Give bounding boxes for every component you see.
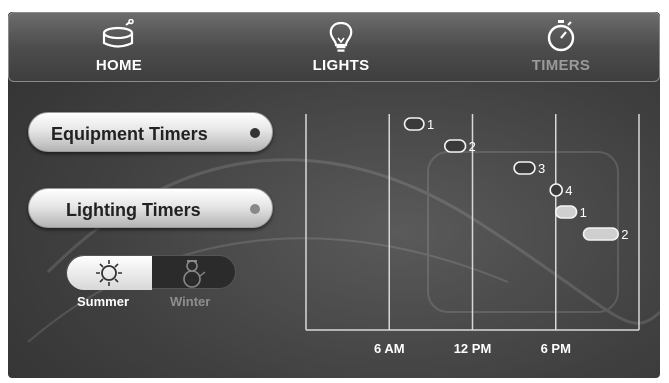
timer-bar[interactable] (549, 183, 564, 197)
timer-bar[interactable] (443, 139, 467, 153)
timer-bar-label: 4 (565, 183, 572, 198)
x-tick-label: 6 PM (541, 341, 571, 356)
timer-bar[interactable] (554, 205, 578, 219)
timer-bar-label: 1 (580, 205, 587, 220)
app-screen: HOME LIGHTS TIMERS Equipment Timers Ligh… (8, 12, 660, 378)
timer-bar-label: 3 (538, 161, 545, 176)
timer-bar-label: 2 (621, 227, 628, 242)
x-tick-label: 6 AM (374, 341, 405, 356)
timer-bar-label: 1 (427, 117, 434, 132)
timer-schedule-chart: 6 AM 12 PM 6 PM123412 (305, 114, 640, 356)
timer-bar[interactable] (513, 161, 536, 175)
x-tick-label: 12 PM (454, 341, 492, 356)
timer-bar[interactable] (582, 227, 619, 241)
timer-bar[interactable] (403, 117, 425, 131)
timer-bar-label: 2 (469, 139, 476, 154)
